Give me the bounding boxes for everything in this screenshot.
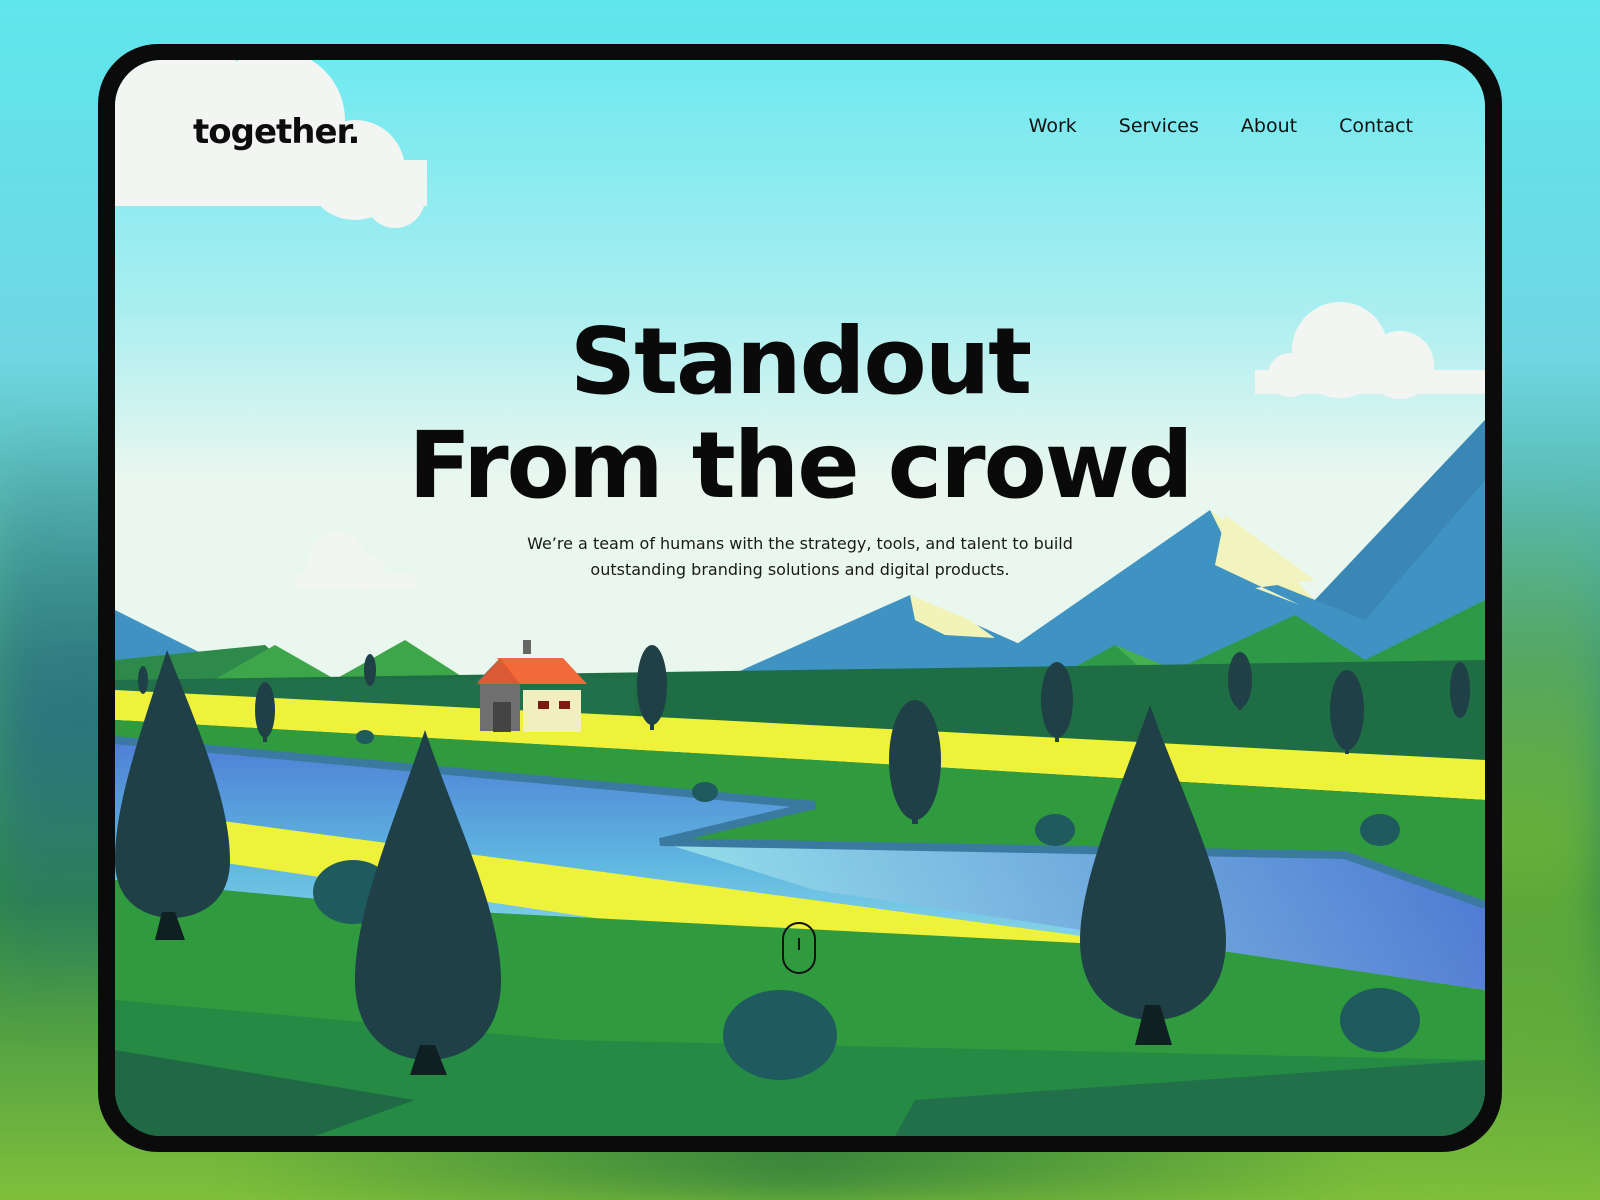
hero-subtitle: We’re a team of humans with the strategy…: [500, 531, 1100, 583]
nav-item-about[interactable]: About: [1241, 115, 1297, 137]
hero-title: Standout From the crowd: [115, 310, 1485, 518]
hero-title-line-1: Standout: [569, 308, 1032, 415]
brand-logo[interactable]: together.: [193, 112, 360, 152]
landscape-illustration: [115, 60, 1485, 1136]
scroll-mouse-icon[interactable]: [782, 922, 816, 974]
nav-item-contact[interactable]: Contact: [1339, 115, 1413, 137]
hero-subtitle-line-2: outstanding branding solutions and digit…: [590, 560, 1010, 579]
hero-title-line-2: From the crowd: [408, 412, 1193, 519]
nav-item-services[interactable]: Services: [1119, 115, 1199, 137]
scroll-wheel-icon: [798, 938, 800, 950]
nav-item-work[interactable]: Work: [1029, 115, 1077, 137]
main-nav: Work Services About Contact: [1029, 115, 1413, 137]
hero-subtitle-line-1: We’re a team of humans with the strategy…: [527, 534, 1073, 553]
website-screen: together. Work Services About Contact St…: [115, 60, 1485, 1136]
